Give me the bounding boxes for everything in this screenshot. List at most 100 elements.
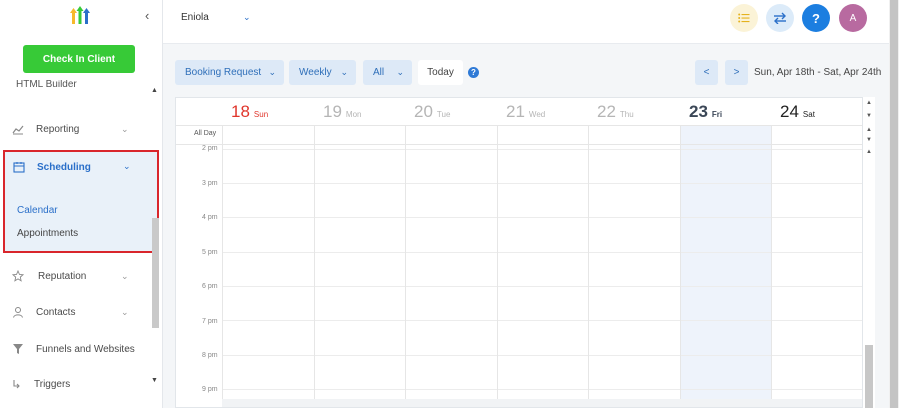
time-label: 7 pm bbox=[202, 318, 218, 325]
calendar-filter-label: All bbox=[373, 67, 385, 78]
day-number: 22 bbox=[597, 102, 616, 121]
day-divider bbox=[222, 125, 223, 407]
day-number: 20 bbox=[414, 102, 433, 121]
day-name: Sun bbox=[253, 110, 269, 119]
sidebar-item-label: Scheduling bbox=[37, 162, 91, 173]
sidebar-scroll-up-icon[interactable]: ▲ bbox=[151, 87, 158, 94]
day-divider bbox=[680, 125, 681, 407]
week-calendar: 18 Sun 19 Mon 20 Tue 21 Wed 22 Thu 23 Fr… bbox=[175, 97, 863, 408]
hour-line bbox=[222, 183, 862, 184]
chevron-down-icon[interactable]: ⌄ bbox=[243, 12, 251, 23]
sidebar-item-label: Funnels and Websites bbox=[36, 343, 135, 355]
today-button[interactable]: Today bbox=[418, 60, 463, 85]
top-bar: Eniola ⌄ ? A bbox=[163, 0, 890, 44]
chevron-down-icon: ⌄ bbox=[121, 123, 129, 134]
day-header-tue[interactable]: 20 Tue bbox=[405, 98, 497, 125]
trigger-icon bbox=[12, 378, 24, 390]
hour-line bbox=[222, 389, 862, 390]
hour-line bbox=[222, 320, 862, 321]
sidebar-item-reporting[interactable]: Reporting ⌄ bbox=[0, 116, 150, 142]
day-divider bbox=[405, 125, 406, 407]
day-header-wed[interactable]: 21 Wed bbox=[497, 98, 588, 125]
sidebar: ‹ Check In Client HTML Builder Reporting… bbox=[0, 0, 163, 408]
sidebar-item-html-builder[interactable]: HTML Builder bbox=[16, 80, 77, 90]
day-divider bbox=[314, 125, 315, 407]
sidebar-item-label: Reporting bbox=[36, 123, 80, 135]
booking-type-label: Booking Request bbox=[185, 67, 262, 78]
day-header-sat[interactable]: 24 Sat bbox=[771, 98, 862, 125]
list-view-button[interactable] bbox=[730, 4, 758, 32]
day-name: Sat bbox=[802, 110, 815, 119]
sidebar-item-label: Reputation bbox=[38, 270, 87, 282]
calendar-filter-dropdown[interactable]: All ⌄ bbox=[363, 60, 412, 85]
help-button[interactable]: ? bbox=[802, 4, 830, 32]
day-header-thu[interactable]: 22 Thu bbox=[588, 98, 680, 125]
avatar-initial: A bbox=[849, 12, 857, 24]
help-icon[interactable]: ? bbox=[468, 67, 479, 78]
hour-line bbox=[222, 355, 862, 356]
day-header-sun[interactable]: 18 Sun bbox=[222, 98, 314, 125]
time-label: 5 pm bbox=[202, 249, 218, 256]
sidebar-item-label: Contacts bbox=[36, 306, 76, 318]
location-selector[interactable]: Eniola bbox=[181, 12, 209, 23]
time-label: 4 pm bbox=[202, 214, 218, 221]
calendar-icon bbox=[13, 160, 25, 178]
hour-line bbox=[222, 217, 862, 218]
sidebar-item-contacts[interactable]: Contacts ⌄ bbox=[0, 299, 150, 325]
chevron-down-icon: ⌄ bbox=[121, 270, 129, 281]
sidebar-item-triggers[interactable]: Triggers bbox=[0, 371, 150, 397]
chevron-down-icon: ⌄ bbox=[268, 67, 276, 77]
star-icon bbox=[12, 270, 24, 282]
day-number: 19 bbox=[323, 102, 342, 121]
header-scroll-up-icon[interactable]: ▲ bbox=[866, 100, 872, 106]
sidebar-subitem-appointments[interactable]: Appointments bbox=[17, 228, 78, 239]
header-scroll-down-icon[interactable]: ▼ bbox=[866, 113, 872, 119]
user-icon bbox=[12, 306, 24, 318]
chevron-down-icon: ⌄ bbox=[124, 343, 132, 354]
avatar[interactable]: A bbox=[839, 4, 867, 32]
view-dropdown[interactable]: Weekly ⌄ bbox=[289, 60, 356, 85]
time-label: 2 pm bbox=[202, 145, 218, 152]
day-number: 21 bbox=[506, 102, 525, 121]
hour-line bbox=[222, 286, 862, 287]
all-day-row[interactable] bbox=[176, 125, 862, 145]
hour-line bbox=[222, 149, 862, 150]
chevron-down-icon: ⌄ bbox=[396, 67, 404, 77]
sidebar-scrollbar[interactable] bbox=[152, 218, 159, 328]
calendar-scroll-up-icon[interactable]: ▲ bbox=[866, 149, 872, 155]
day-name: Tue bbox=[436, 110, 451, 119]
allday-scroll-up-icon[interactable]: ▲ bbox=[866, 127, 872, 133]
day-header-mon[interactable]: 19 Mon bbox=[314, 98, 405, 125]
day-number: 23 bbox=[689, 102, 708, 121]
prev-week-button[interactable]: < bbox=[695, 60, 718, 85]
time-label: 3 pm bbox=[202, 180, 218, 187]
calendar-scrollbar[interactable] bbox=[865, 345, 873, 408]
sidebar-item-funnels[interactable]: Funnels and Websites ⌄ bbox=[0, 336, 150, 362]
day-header-fri[interactable]: 23 Fri bbox=[680, 98, 771, 125]
sidebar-item-label: Triggers bbox=[34, 378, 71, 390]
time-label: 8 pm bbox=[202, 352, 218, 359]
day-name: Thu bbox=[619, 110, 634, 119]
sidebar-item-reputation[interactable]: Reputation ⌄ bbox=[0, 263, 150, 289]
app-logo-icon[interactable] bbox=[70, 6, 90, 24]
chart-icon bbox=[12, 123, 24, 135]
sidebar-item-scheduling[interactable]: Scheduling ⌄ bbox=[5, 152, 157, 182]
day-divider bbox=[771, 125, 772, 407]
sidebar-scroll-down-icon[interactable]: ▼ bbox=[151, 377, 158, 384]
switch-account-button[interactable] bbox=[766, 4, 794, 32]
allday-scroll-down-icon[interactable]: ▼ bbox=[866, 137, 872, 143]
next-week-button[interactable]: > bbox=[725, 60, 748, 85]
page-scrollbar[interactable] bbox=[890, 0, 898, 408]
booking-type-dropdown[interactable]: Booking Request ⌄ bbox=[175, 60, 284, 85]
check-in-client-button[interactable]: Check In Client bbox=[23, 45, 135, 73]
chevron-down-icon: ⌄ bbox=[340, 67, 348, 77]
all-day-label: All Day bbox=[194, 130, 217, 137]
hour-line bbox=[222, 252, 862, 253]
calendar-bottom-strip bbox=[222, 399, 862, 407]
day-divider bbox=[497, 125, 498, 407]
collapse-sidebar-icon[interactable]: ‹ bbox=[145, 8, 149, 23]
chevron-down-icon: ⌄ bbox=[123, 161, 131, 171]
view-label: Weekly bbox=[299, 67, 332, 78]
swap-arrows-icon bbox=[774, 12, 786, 24]
sidebar-subitem-calendar[interactable]: Calendar bbox=[17, 205, 58, 216]
